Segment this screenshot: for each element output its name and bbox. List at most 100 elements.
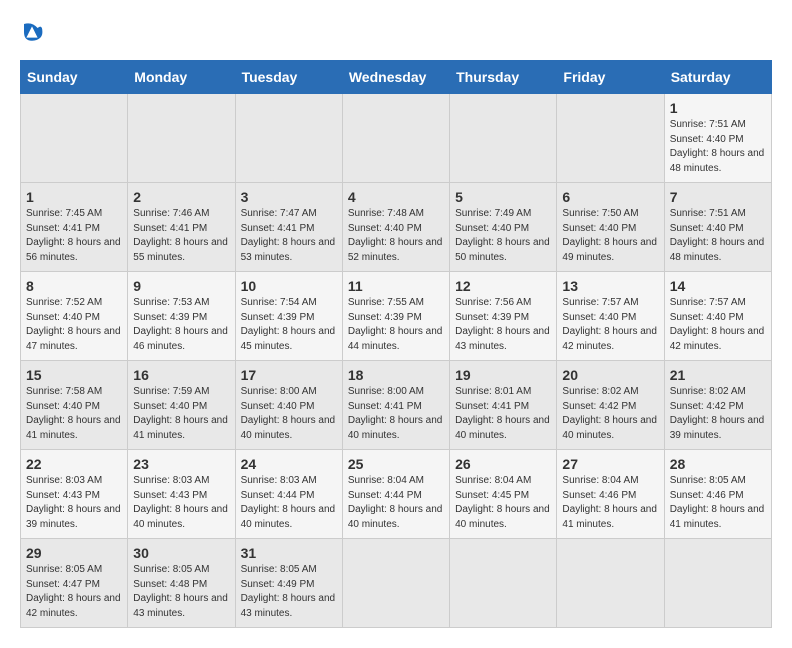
day-number: 7 [670,189,766,205]
day-info: Sunrise: 7:51 AMSunset: 4:40 PMDaylight:… [670,118,766,176]
day-info: Sunrise: 7:57 AMSunset: 4:40 PMDaylight:… [562,296,658,354]
day-info: Sunrise: 8:02 AMSunset: 4:42 PMDaylight:… [562,385,658,443]
day-info: Sunrise: 8:03 AMSunset: 4:44 PMDaylight:… [241,474,337,532]
calendar-cell: 24 Sunrise: 8:03 AMSunset: 4:44 PMDayligh… [235,450,342,539]
logo [20,20,48,44]
day-info: Sunrise: 7:54 AMSunset: 4:39 PMDaylight:… [241,296,337,354]
day-number: 11 [348,278,444,294]
weekday-header: Monday [128,61,235,94]
day-info: Sunrise: 7:52 AMSunset: 4:40 PMDaylight:… [26,296,122,354]
day-number: 23 [133,456,229,472]
day-number: 19 [455,367,551,383]
day-number: 17 [241,367,337,383]
day-number: 20 [562,367,658,383]
day-info: Sunrise: 8:00 AMSunset: 4:40 PMDaylight:… [241,385,337,443]
day-info: Sunrise: 7:48 AMSunset: 4:40 PMDaylight:… [348,207,444,265]
day-info: Sunrise: 8:02 AMSunset: 4:42 PMDaylight:… [670,385,766,443]
calendar-cell: 25Sunrise: 8:04 AMSunset: 4:44 PMDayligh… [342,450,449,539]
calendar-cell: 26 Sunrise: 8:04 AMSunset: 4:45 PMDayligh… [450,450,557,539]
day-number: 8 [26,278,122,294]
calendar-cell [128,94,235,183]
calendar-cell: 8 Sunrise: 7:52 AMSunset: 4:40 PMDaylight… [21,272,128,361]
calendar-cell: 23 Sunrise: 8:03 AMSunset: 4:43 PMDayligh… [128,450,235,539]
day-number: 9 [133,278,229,294]
day-number: 24 [241,456,337,472]
day-number: 12 [455,278,551,294]
weekday-header: Friday [557,61,664,94]
calendar-cell: 13 Sunrise: 7:57 AMSunset: 4:40 PMDayligh… [557,272,664,361]
calendar-cell [664,539,771,628]
day-info: Sunrise: 8:05 AMSunset: 4:49 PMDaylight:… [241,563,337,621]
calendar-cell [235,94,342,183]
day-info: Sunrise: 8:04 AMSunset: 4:45 PMDaylight:… [455,474,551,532]
day-info: Sunrise: 7:59 AMSunset: 4:40 PMDaylight:… [133,385,229,443]
calendar-cell: 19 Sunrise: 8:01 AMSunset: 4:41 PMDayligh… [450,361,557,450]
calendar-cell: 1 Sunrise: 7:51 AMSunset: 4:40 PMDaylight… [664,94,771,183]
day-info: Sunrise: 7:53 AMSunset: 4:39 PMDaylight:… [133,296,229,354]
day-number: 1 [26,189,122,205]
day-info: Sunrise: 7:49 AMSunset: 4:40 PMDaylight:… [455,207,551,265]
calendar-cell: 22 Sunrise: 8:03 AMSunset: 4:43 PMDayligh… [21,450,128,539]
page-header [20,20,772,44]
day-info: Sunrise: 8:03 AMSunset: 4:43 PMDaylight:… [133,474,229,532]
calendar-cell: 4 Sunrise: 7:48 AMSunset: 4:40 PMDaylight… [342,183,449,272]
calendar-cell [21,94,128,183]
calendar-cell [557,94,664,183]
day-number: 29 [26,545,122,561]
day-number: 13 [562,278,658,294]
day-info: Sunrise: 8:01 AMSunset: 4:41 PMDaylight:… [455,385,551,443]
calendar-cell: 2 Sunrise: 7:46 AMSunset: 4:41 PMDaylight… [128,183,235,272]
day-info: Sunrise: 8:00 AMSunset: 4:41 PMDaylight:… [348,385,444,443]
day-number: 30 [133,545,229,561]
day-number: 22 [26,456,122,472]
day-info: Sunrise: 8:03 AMSunset: 4:43 PMDaylight:… [26,474,122,532]
calendar-body: 1 Sunrise: 7:51 AMSunset: 4:40 PMDaylight… [21,94,772,628]
calendar-week-row: 1 Sunrise: 7:51 AMSunset: 4:40 PMDaylight… [21,94,772,183]
calendar-cell: 10 Sunrise: 7:54 AMSunset: 4:39 PMDayligh… [235,272,342,361]
calendar-cell: 21 Sunrise: 8:02 AMSunset: 4:42 PMDayligh… [664,361,771,450]
calendar-cell: 31 Sunrise: 8:05 AMSunset: 4:49 PMDayligh… [235,539,342,628]
weekday-header: Thursday [450,61,557,94]
day-number: 5 [455,189,551,205]
day-info: Sunrise: 7:56 AMSunset: 4:39 PMDaylight:… [455,296,551,354]
day-number: 28 [670,456,766,472]
day-number: 1 [670,100,766,116]
calendar-cell: 28 Sunrise: 8:05 AMSunset: 4:46 PMDayligh… [664,450,771,539]
day-info: Sunrise: 7:47 AMSunset: 4:41 PMDaylight:… [241,207,337,265]
calendar-cell: 5 Sunrise: 7:49 AMSunset: 4:40 PMDaylight… [450,183,557,272]
weekday-header: Wednesday [342,61,449,94]
calendar-week-row: 15Sunrise: 7:58 AMSunset: 4:40 PMDayligh… [21,361,772,450]
calendar-cell [450,94,557,183]
day-info: Sunrise: 8:04 AMSunset: 4:46 PMDaylight:… [562,474,658,532]
calendar-cell: 11 Sunrise: 7:55 AMSunset: 4:39 PMDayligh… [342,272,449,361]
day-number: 31 [241,545,337,561]
calendar-cell: 9 Sunrise: 7:53 AMSunset: 4:39 PMDaylight… [128,272,235,361]
calendar-cell: 27 Sunrise: 8:04 AMSunset: 4:46 PMDayligh… [557,450,664,539]
calendar-week-row: 8 Sunrise: 7:52 AMSunset: 4:40 PMDaylight… [21,272,772,361]
weekday-header: Saturday [664,61,771,94]
day-info: Sunrise: 8:05 AMSunset: 4:46 PMDaylight:… [670,474,766,532]
calendar-table: SundayMondayTuesdayWednesdayThursdayFrid… [20,60,772,628]
calendar-cell: 3Sunrise: 7:47 AMSunset: 4:41 PMDaylight… [235,183,342,272]
day-info: Sunrise: 7:46 AMSunset: 4:41 PMDaylight:… [133,207,229,265]
day-number: 4 [348,189,444,205]
day-number: 2 [133,189,229,205]
day-number: 14 [670,278,766,294]
calendar-cell [342,94,449,183]
calendar-cell: 16Sunrise: 7:59 AMSunset: 4:40 PMDayligh… [128,361,235,450]
day-info: Sunrise: 7:55 AMSunset: 4:39 PMDaylight:… [348,296,444,354]
day-number: 18 [348,367,444,383]
calendar-week-row: 29 Sunrise: 8:05 AMSunset: 4:47 PMDayligh… [21,539,772,628]
calendar-cell: 17 Sunrise: 8:00 AMSunset: 4:40 PMDayligh… [235,361,342,450]
calendar-cell: 7Sunrise: 7:51 AMSunset: 4:40 PMDaylight… [664,183,771,272]
day-number: 25 [348,456,444,472]
day-number: 10 [241,278,337,294]
day-info: Sunrise: 8:05 AMSunset: 4:47 PMDaylight:… [26,563,122,621]
day-number: 26 [455,456,551,472]
calendar-cell [342,539,449,628]
calendar-week-row: 1Sunrise: 7:45 AMSunset: 4:41 PMDaylight… [21,183,772,272]
day-number: 21 [670,367,766,383]
calendar-cell: 1Sunrise: 7:45 AMSunset: 4:41 PMDaylight… [21,183,128,272]
calendar-cell: 14Sunrise: 7:57 AMSunset: 4:40 PMDayligh… [664,272,771,361]
day-number: 27 [562,456,658,472]
